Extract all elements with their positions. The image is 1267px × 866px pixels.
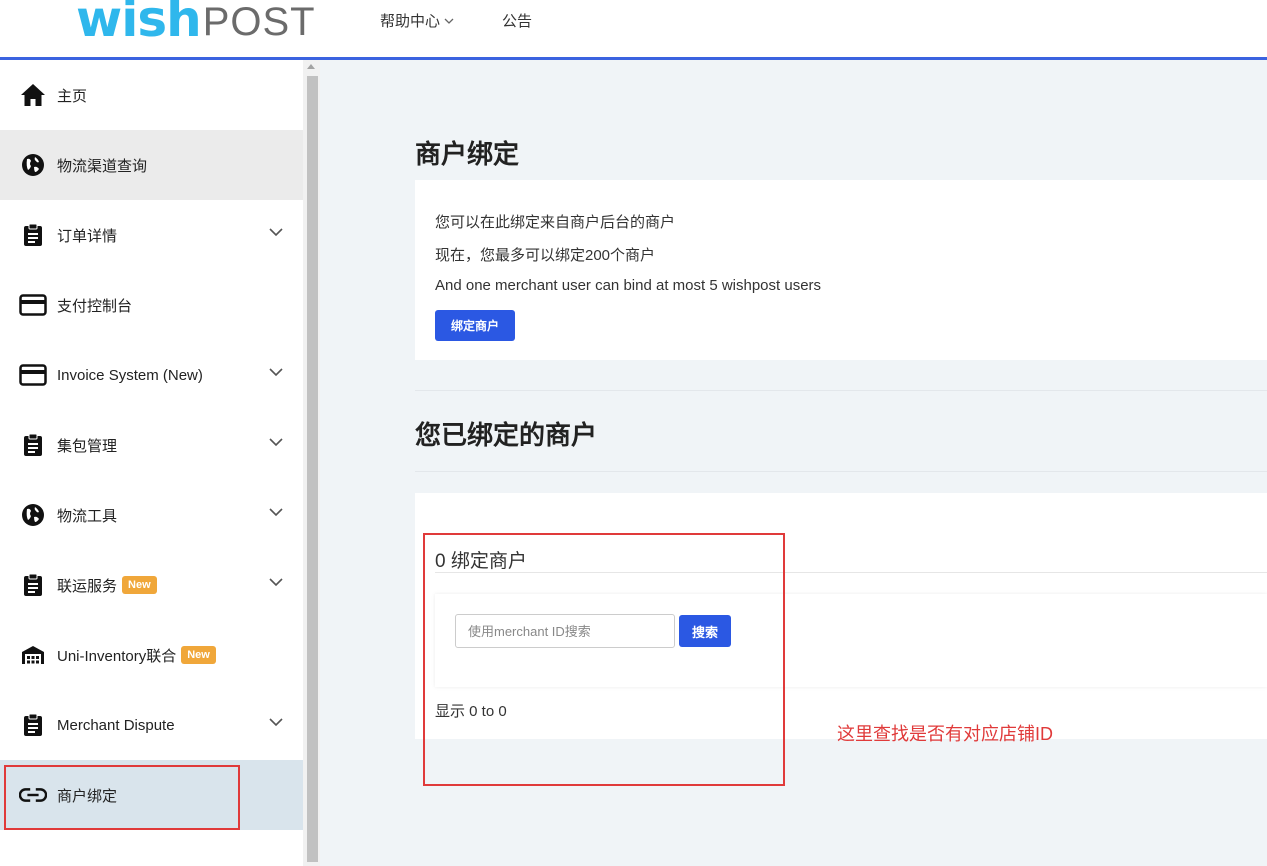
sidebar-item-label: 支付控制台: [57, 297, 133, 315]
sidebar-item-label: 订单详情: [57, 227, 118, 245]
sidebar-item-label: Merchant Dispute: [57, 716, 175, 734]
sidebar-item-consolidation[interactable]: 集包管理: [0, 410, 303, 480]
chevron-down-icon: [269, 718, 283, 727]
section-divider: [415, 390, 1267, 391]
section-divider: [415, 471, 1267, 472]
sidebar-item-payment-console[interactable]: 支付控制台: [0, 270, 303, 340]
sidebar-item-label-wrap: 联运服务 New: [57, 575, 157, 596]
bound-count-heading: 0 绑定商户: [435, 551, 527, 572]
nav-help-center[interactable]: 帮助中心: [380, 10, 454, 31]
sidebar-item-merchant-dispute[interactable]: Merchant Dispute: [0, 690, 303, 760]
globe-icon: [19, 501, 47, 529]
credit-card-icon: [19, 291, 47, 319]
clipboard-icon: [19, 711, 47, 739]
home-icon: [19, 81, 47, 109]
clipboard-icon: [19, 431, 47, 459]
sidebar-item-order-details[interactable]: 订单详情: [0, 200, 303, 270]
sidebar-item-home[interactable]: 主页: [0, 60, 303, 130]
logo-wish-text: wish: [76, 0, 202, 48]
merchant-id-search-input[interactable]: [455, 614, 675, 648]
scroll-up-arrow[interactable]: [307, 64, 315, 69]
bound-merchants-card: 0 绑定商户 搜索 显示 0 to 0: [415, 493, 1267, 739]
sidebar-item-label: 物流工具: [57, 507, 118, 525]
sidebar-item-label: 联运服务: [57, 577, 118, 595]
intro-card: 您可以在此绑定来自商户后台的商户 现在，您最多可以绑定200个商户 And on…: [415, 180, 1267, 360]
sidebar-item-label-wrap: Uni-Inventory联合 New: [57, 645, 216, 666]
page-title: 商户绑定: [415, 139, 520, 169]
bind-merchant-button[interactable]: 绑定商户: [435, 310, 515, 341]
credit-card-icon: [19, 361, 47, 389]
nav-help-center-label: 帮助中心: [380, 13, 441, 30]
search-button[interactable]: 搜索: [679, 615, 731, 647]
logo-post-text: POST: [202, 0, 316, 44]
chevron-down-icon: [269, 508, 283, 517]
new-badge: New: [122, 576, 157, 594]
globe-icon: [19, 151, 47, 179]
sidebar-item-intermodal-service[interactable]: 联运服务 New: [0, 550, 303, 620]
intro-line-2: 现在，您最多可以绑定200个商户: [435, 247, 656, 264]
intro-line-1: 您可以在此绑定来自商户后台的商户: [435, 214, 676, 231]
sidebar-item-logistics-channel[interactable]: 物流渠道查询: [0, 130, 303, 200]
sidebar-item-logistics-tools[interactable]: 物流工具: [0, 480, 303, 550]
sidebar-item-label: Uni-Inventory联合: [57, 647, 177, 665]
intro-line-3: And one merchant user can bind at most 5…: [435, 277, 822, 294]
sidebar-item-label: 集包管理: [57, 437, 118, 455]
top-nav: 帮助中心 公告: [380, 10, 580, 31]
sidebar: 主页 物流渠道查询 订单详情 支付控制台 Invoice System (New…: [0, 60, 303, 866]
chevron-down-icon: [269, 578, 283, 587]
chevron-down-icon: [444, 18, 454, 24]
card-divider: [435, 572, 1267, 573]
annotation-text: 这里查找是否有对应店铺ID: [837, 724, 1053, 744]
warehouse-icon: [19, 641, 47, 669]
wishpost-logo[interactable]: wish POST: [76, 0, 316, 44]
top-header: wish POST 帮助中心 公告: [0, 0, 1267, 60]
clipboard-icon: [19, 221, 47, 249]
results-range-text: 显示 0 to 0: [435, 703, 507, 720]
sidebar-item-label: 商户绑定: [57, 787, 118, 805]
scroll-thumb[interactable]: [307, 76, 318, 862]
sidebar-item-label: Invoice System (New): [57, 366, 203, 384]
bound-merchants-title: 您已绑定的商户: [415, 420, 598, 450]
sidebar-item-merchant-binding[interactable]: 商户绑定: [0, 760, 303, 830]
link-icon: [19, 781, 47, 809]
sidebar-item-label: 主页: [57, 87, 88, 105]
sidebar-scrollbar[interactable]: [303, 60, 320, 866]
new-badge: New: [181, 646, 216, 664]
clipboard-icon: [19, 571, 47, 599]
nav-announcements[interactable]: 公告: [502, 10, 532, 31]
nav-announcements-label: 公告: [502, 13, 533, 30]
sidebar-item-label: 物流渠道查询: [57, 157, 148, 175]
footer-peek: [420, 858, 510, 866]
chevron-down-icon: [269, 438, 283, 447]
sidebar-item-uni-inventory[interactable]: Uni-Inventory联合 New: [0, 620, 303, 690]
chevron-down-icon: [269, 368, 283, 377]
sidebar-item-invoice-system[interactable]: Invoice System (New): [0, 340, 303, 410]
chevron-down-icon: [269, 228, 283, 237]
search-panel: 搜索: [435, 594, 1267, 687]
